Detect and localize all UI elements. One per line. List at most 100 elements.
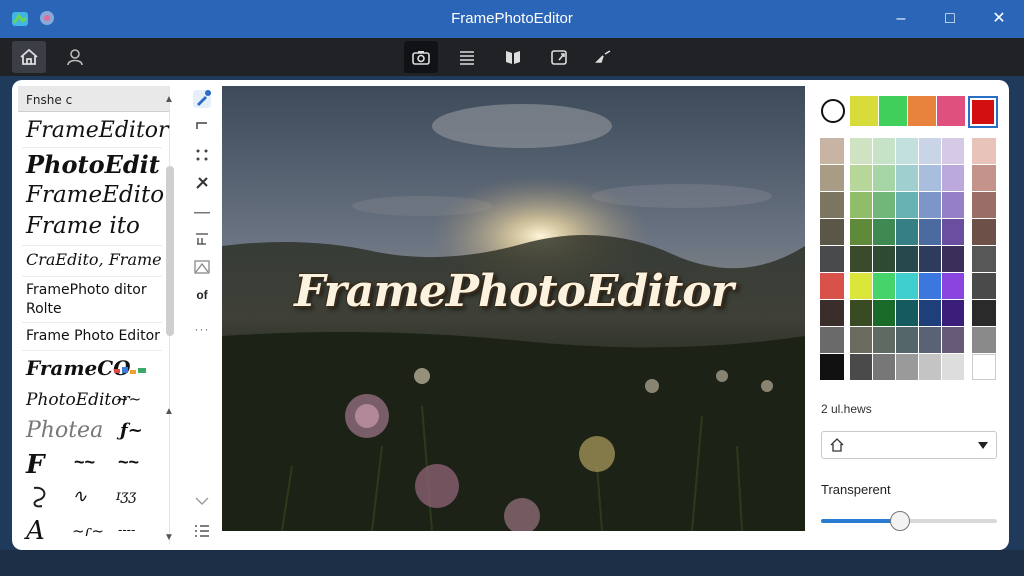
palette-swatch[interactable] bbox=[972, 192, 996, 218]
palette-swatch[interactable] bbox=[850, 138, 872, 164]
palette-swatch[interactable] bbox=[820, 273, 844, 299]
slider-knob[interactable] bbox=[890, 511, 910, 531]
palette-swatch[interactable] bbox=[873, 246, 895, 272]
font-list-scrollbar[interactable]: ▲ ▲ ▼ bbox=[162, 86, 178, 544]
scrollbar-thumb[interactable] bbox=[166, 166, 174, 336]
palette-swatch[interactable] bbox=[896, 354, 918, 380]
font-item[interactable]: Rolte bbox=[26, 301, 62, 317]
palette-swatch[interactable] bbox=[850, 300, 872, 326]
font-item[interactable]: A bbox=[26, 516, 45, 546]
no-color-swatch[interactable] bbox=[820, 98, 846, 124]
photo-overlay-text[interactable]: FramePhotoEditor bbox=[222, 266, 805, 317]
palette-swatch[interactable] bbox=[942, 192, 964, 218]
sparkle-button[interactable] bbox=[586, 41, 620, 73]
palette-swatch[interactable] bbox=[919, 219, 941, 245]
list-button[interactable] bbox=[190, 520, 214, 542]
palette-swatch[interactable] bbox=[972, 219, 996, 245]
palette-swatch[interactable] bbox=[919, 273, 941, 299]
palette-swatch[interactable] bbox=[896, 300, 918, 326]
palette-swatch[interactable] bbox=[896, 219, 918, 245]
palette-swatch[interactable] bbox=[873, 273, 895, 299]
palette-swatch[interactable] bbox=[820, 165, 844, 191]
palette-swatch[interactable] bbox=[972, 138, 996, 164]
font-tool-button[interactable]: of bbox=[190, 284, 214, 306]
font-item[interactable]: FramePhoto ditor bbox=[26, 282, 147, 298]
font-item[interactable]: PhotoEdit bbox=[26, 150, 160, 179]
palette-swatch[interactable] bbox=[919, 138, 941, 164]
color-swatch[interactable] bbox=[879, 96, 907, 126]
line-tool-button[interactable] bbox=[190, 202, 214, 224]
image-tool-button[interactable] bbox=[190, 256, 214, 278]
scroll-up-small-icon[interactable]: ▲ bbox=[164, 406, 174, 417]
dots-tool-button[interactable] bbox=[190, 144, 214, 166]
palette-swatch[interactable] bbox=[850, 165, 872, 191]
palette-swatch[interactable] bbox=[820, 219, 844, 245]
palette-swatch[interactable] bbox=[896, 192, 918, 218]
rectangle-tool-button[interactable] bbox=[190, 116, 214, 138]
palette-swatch[interactable] bbox=[873, 219, 895, 245]
palette-swatch[interactable] bbox=[972, 327, 996, 353]
transform-tool-button[interactable] bbox=[190, 172, 214, 194]
transparency-slider[interactable] bbox=[821, 511, 997, 531]
palette-swatch[interactable] bbox=[820, 192, 844, 218]
palette-swatch[interactable] bbox=[972, 165, 996, 191]
palette-swatch[interactable] bbox=[972, 354, 996, 380]
palette-swatch[interactable] bbox=[972, 273, 996, 299]
crop-button[interactable] bbox=[542, 41, 576, 73]
palette-swatch[interactable] bbox=[850, 219, 872, 245]
palette-swatch[interactable] bbox=[820, 246, 844, 272]
palette-swatch[interactable] bbox=[873, 165, 895, 191]
book-button[interactable] bbox=[496, 41, 530, 73]
palette-swatch[interactable] bbox=[919, 192, 941, 218]
palette-swatch[interactable] bbox=[820, 354, 844, 380]
palette-swatch[interactable] bbox=[850, 192, 872, 218]
close-button[interactable]: ✕ bbox=[986, 6, 1012, 32]
palette-swatch[interactable] bbox=[820, 300, 844, 326]
color-swatch[interactable] bbox=[850, 96, 878, 126]
photo-canvas[interactable]: FramePhotoEditor bbox=[222, 86, 805, 531]
palette-swatch[interactable] bbox=[873, 192, 895, 218]
palette-swatch[interactable] bbox=[942, 246, 964, 272]
scroll-down-arrow-icon[interactable]: ▼ bbox=[164, 532, 174, 543]
pen-tool-button[interactable] bbox=[190, 88, 214, 110]
font-item[interactable]: F bbox=[26, 450, 44, 480]
palette-swatch[interactable] bbox=[896, 165, 918, 191]
font-item[interactable]: Frame Photo Editor bbox=[26, 328, 160, 344]
maximize-button[interactable]: □ bbox=[937, 6, 963, 32]
minimize-button[interactable]: – bbox=[888, 6, 914, 32]
palette-swatch[interactable] bbox=[942, 165, 964, 191]
collapse-button[interactable] bbox=[190, 490, 214, 512]
palette-swatch[interactable] bbox=[850, 246, 872, 272]
palette-swatch[interactable] bbox=[896, 327, 918, 353]
font-item[interactable]: Frame ito bbox=[26, 213, 140, 239]
palette-swatch[interactable] bbox=[820, 138, 844, 164]
color-palette-grid[interactable] bbox=[820, 138, 1000, 386]
home-button[interactable] bbox=[12, 41, 46, 73]
palette-swatch[interactable] bbox=[850, 354, 872, 380]
more-tools-button[interactable]: ··· bbox=[190, 318, 214, 340]
color-swatch[interactable] bbox=[908, 96, 936, 126]
palette-swatch[interactable] bbox=[942, 327, 964, 353]
palette-swatch[interactable] bbox=[873, 300, 895, 326]
font-search-input[interactable]: Fnshe c bbox=[18, 86, 169, 112]
selected-color-swatch[interactable] bbox=[968, 96, 998, 128]
scroll-up-arrow-icon[interactable]: ▲ bbox=[164, 94, 174, 105]
color-swatch[interactable] bbox=[937, 96, 965, 126]
palette-swatch[interactable] bbox=[919, 327, 941, 353]
palette-swatch[interactable] bbox=[850, 273, 872, 299]
palette-swatch[interactable] bbox=[942, 300, 964, 326]
palette-dropdown[interactable] bbox=[821, 431, 997, 459]
palette-swatch[interactable] bbox=[972, 246, 996, 272]
palette-swatch[interactable] bbox=[873, 354, 895, 380]
palette-swatch[interactable] bbox=[942, 138, 964, 164]
palette-swatch[interactable] bbox=[919, 165, 941, 191]
palette-swatch[interactable] bbox=[942, 354, 964, 380]
font-item[interactable]: PhotoEditor bbox=[26, 390, 130, 410]
palette-swatch[interactable] bbox=[942, 219, 964, 245]
palette-swatch[interactable] bbox=[919, 246, 941, 272]
font-item[interactable]: Photea bbox=[26, 418, 103, 443]
palette-swatch[interactable] bbox=[873, 327, 895, 353]
palette-swatch[interactable] bbox=[820, 327, 844, 353]
palette-swatch[interactable] bbox=[919, 300, 941, 326]
palette-swatch[interactable] bbox=[919, 354, 941, 380]
